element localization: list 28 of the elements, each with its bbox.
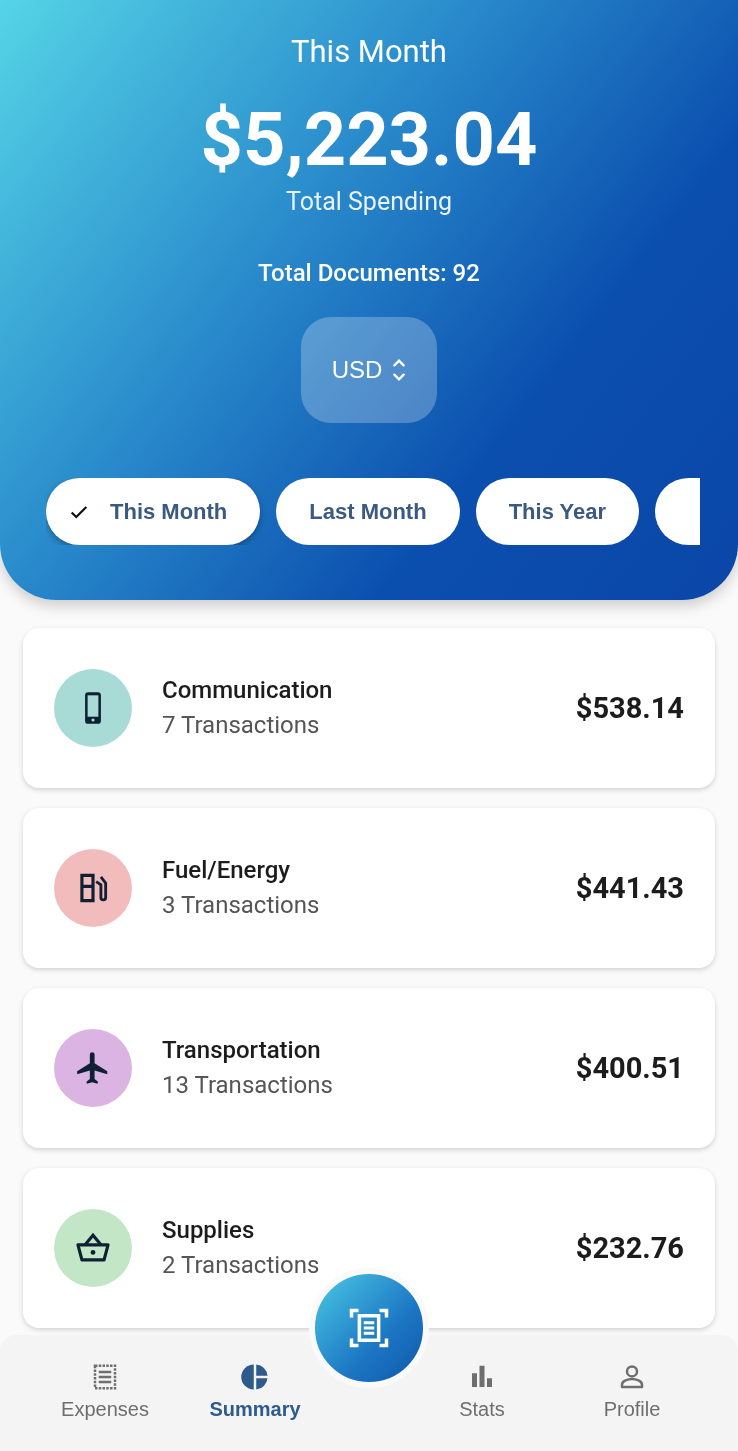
category-amount: $441.43	[575, 871, 684, 905]
category-name: Supplies	[162, 1215, 256, 1246]
period-title: This Month	[291, 32, 447, 72]
total-label: Total Spending	[286, 186, 452, 218]
nav-tab[interactable]: Stats	[459, 1361, 505, 1421]
category-name: Fuel/Energy	[162, 855, 292, 886]
period-chip[interactable]: This Month	[46, 478, 261, 545]
period-chip[interactable]: This Year	[475, 478, 640, 545]
category-amount: $538.14	[575, 691, 684, 725]
category-amount: $400.51	[575, 1051, 684, 1085]
transaction-count: 2 Transactions	[162, 1250, 321, 1281]
period-chip[interactable]: Last Month	[276, 478, 460, 545]
category-card[interactable]: Supplies 2 Transactions $232.76	[23, 1168, 715, 1328]
transaction-count: 7 Transactions	[162, 710, 321, 741]
nav-tab[interactable]: Profile	[603, 1361, 661, 1421]
nav-tab[interactable]: Expenses	[61, 1361, 149, 1421]
category-card[interactable]: Fuel/Energy 3 Transactions $441.43	[23, 808, 715, 968]
total-amount: $5,223.04	[200, 95, 538, 185]
category-name: Transportation	[162, 1035, 322, 1066]
category-amount: $232.76	[575, 1231, 684, 1265]
category-card[interactable]: Communication 7 Transactions $538.14	[23, 628, 715, 788]
document-scan-icon	[348, 1307, 390, 1349]
documents-count: Total Documents: 92	[258, 258, 480, 289]
category-card[interactable]: Transportation 13 Transactions $400.51	[23, 988, 715, 1148]
nav-tab[interactable]: Summary	[209, 1361, 301, 1421]
category-name: Communication	[162, 675, 334, 706]
transaction-count: 13 Transactions	[162, 1070, 334, 1101]
transaction-count: 3 Transactions	[162, 890, 321, 921]
